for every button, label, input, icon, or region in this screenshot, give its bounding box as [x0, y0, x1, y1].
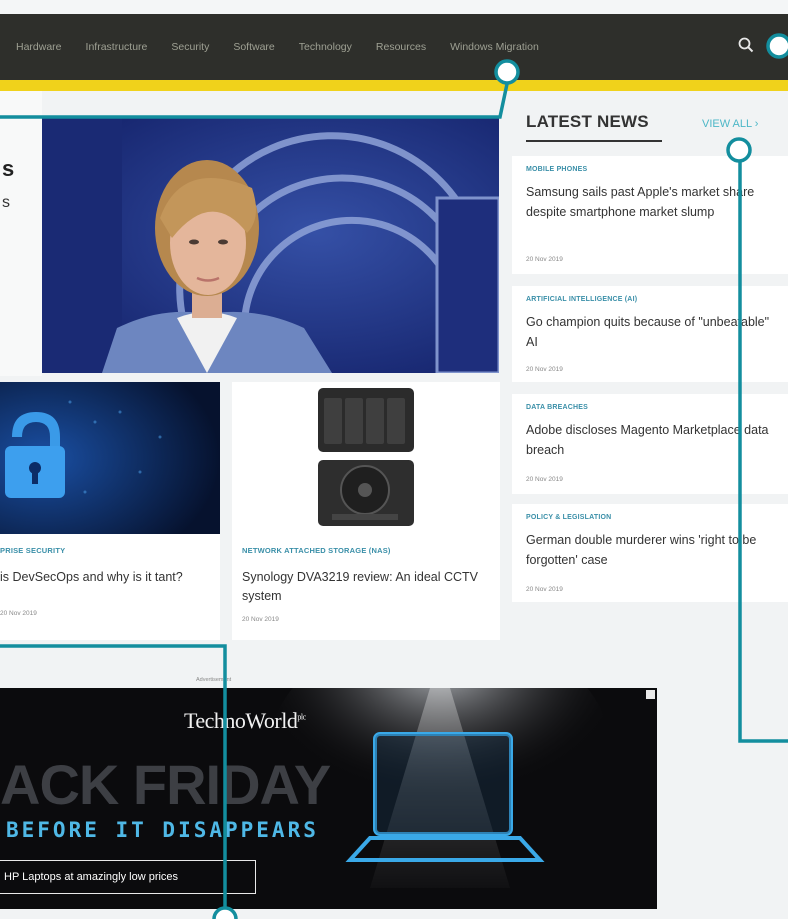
advert-logo: TechnoWorldplc — [184, 708, 306, 733]
callout-marker-card — [212, 906, 238, 919]
news-item[interactable]: MOBILE PHONES Samsung sails past Apple's… — [512, 156, 788, 274]
nas-device-illustration — [232, 382, 500, 534]
card-image — [232, 382, 500, 534]
card-date: 20 Nov 2019 — [0, 610, 37, 617]
nav-item-resources[interactable]: Resources — [376, 41, 426, 53]
news-category[interactable]: MOBILE PHONES — [526, 166, 587, 173]
news-date: 20 Nov 2019 — [526, 476, 563, 483]
latest-news-heading: LATEST NEWS — [526, 112, 649, 131]
accent-bar — [0, 80, 788, 91]
card-category[interactable]: PRISE SECURITY — [0, 546, 65, 555]
advert-banner[interactable]: TechnoWorldplc ACK FRIDAY BEFORE IT DISA… — [0, 688, 657, 909]
advert-close-icon[interactable] — [646, 690, 655, 699]
news-date: 20 Nov 2019 — [526, 366, 563, 373]
news-item[interactable]: DATA BREACHES Adobe discloses Magento Ma… — [512, 394, 788, 494]
article-card-synology[interactable]: NETWORK ATTACHED STORAGE (NAS) Synology … — [232, 382, 500, 640]
nav-item-infrastructure[interactable]: Infrastructure — [86, 41, 148, 53]
news-category[interactable]: POLICY & LEGISLATION — [526, 514, 611, 521]
nav-item-windows-migration[interactable]: Windows Migration — [450, 41, 539, 53]
padlock-illustration — [0, 382, 220, 534]
nav-item-technology[interactable]: Technology — [299, 41, 352, 53]
card-title[interactable]: is DevSecOps and why is it tant? — [0, 568, 200, 587]
lead-headline-fragment[interactable]: s — [2, 156, 14, 182]
article-card-devsecops[interactable]: PRISE SECURITY is DevSecOps and why is i… — [0, 382, 220, 640]
news-item[interactable]: ARTIFICIAL INTELLIGENCE (AI) Go champion… — [512, 286, 788, 382]
nav-item-hardware[interactable]: Hardware — [16, 41, 62, 53]
advert-cta-button[interactable]: HP Laptops at amazingly low prices — [0, 860, 256, 894]
news-category[interactable]: DATA BREACHES — [526, 404, 588, 411]
hero-image[interactable] — [42, 118, 499, 373]
advert-label: Advertisement — [196, 677, 232, 683]
advert-subline: BEFORE IT DISAPPEARS — [6, 818, 319, 842]
news-item[interactable]: POLICY & LEGISLATION German double murde… — [512, 504, 788, 602]
news-title[interactable]: Adobe discloses Magento Marketplace data… — [526, 420, 774, 460]
card-title[interactable]: Synology DVA3219 review: An ideal CCTV s… — [242, 568, 492, 606]
news-title[interactable]: Go champion quits because of "unbeatable… — [526, 312, 774, 352]
heading-underline — [526, 140, 662, 142]
news-date: 20 Nov 2019 — [526, 586, 563, 593]
search-icon[interactable] — [737, 36, 755, 54]
lead-story-text[interactable] — [0, 91, 42, 376]
lead-subtitle-fragment: s — [2, 194, 10, 211]
card-image — [0, 382, 220, 534]
main-nav: Hardware Infrastructure Security Softwar… — [0, 14, 788, 80]
nav-item-security[interactable]: Security — [171, 41, 209, 53]
news-title[interactable]: Samsung sails past Apple's market share … — [526, 182, 774, 222]
card-category[interactable]: NETWORK ATTACHED STORAGE (NAS) — [242, 546, 391, 555]
view-all-link[interactable]: VIEW ALL › — [702, 118, 758, 130]
top-strip — [0, 0, 788, 14]
news-title[interactable]: German double murderer wins 'right to be… — [526, 530, 774, 570]
hero-photo — [42, 118, 499, 373]
nav-item-software[interactable]: Software — [233, 41, 274, 53]
news-date: 20 Nov 2019 — [526, 256, 563, 263]
advert-headline: ACK FRIDAY — [0, 753, 331, 816]
news-category[interactable]: ARTIFICIAL INTELLIGENCE (AI) — [526, 296, 637, 303]
card-date: 20 Nov 2019 — [242, 616, 279, 623]
